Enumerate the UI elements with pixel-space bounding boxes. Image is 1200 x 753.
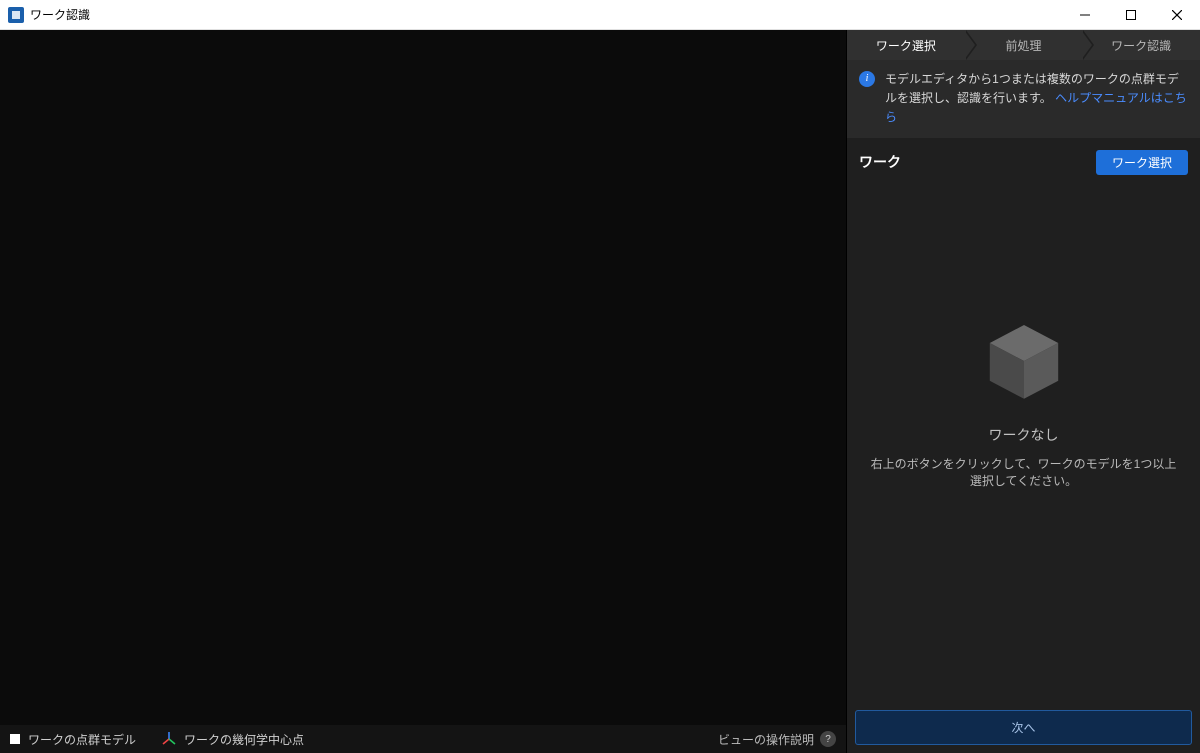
window-title: ワーク認識	[30, 6, 90, 23]
cube-icon	[979, 316, 1069, 409]
content: ワークの点群モデル ワークの幾何学中心点 ビューの操作説明 ?	[0, 30, 1200, 753]
step-preprocess[interactable]: 前処理	[965, 30, 1083, 60]
status-view-help[interactable]: ビューの操作説明 ?	[718, 731, 836, 748]
swatch-white-icon	[10, 734, 20, 744]
axis-icon	[162, 731, 176, 748]
wizard-steps: ワーク選択 前処理 ワーク認識	[847, 30, 1200, 60]
maximize-button[interactable]	[1108, 0, 1154, 30]
titlebar: ワーク認識	[0, 0, 1200, 30]
empty-desc: 右上のボタンをクリックして、ワークのモデルを1つ以上選択してください。	[867, 455, 1180, 489]
step-label: 前処理	[1006, 37, 1042, 54]
main-view: ワークの点群モデル ワークの幾何学中心点 ビューの操作説明 ?	[0, 30, 846, 753]
close-button[interactable]	[1154, 0, 1200, 30]
empty-title: ワークなし	[989, 425, 1059, 445]
minimize-button[interactable]	[1062, 0, 1108, 30]
sidebar: ワーク選択 前処理 ワーク認識 i モデルエディタから1つまたは複数のワークの点…	[846, 30, 1200, 753]
viewport-3d[interactable]	[0, 30, 846, 725]
app-icon	[8, 7, 24, 23]
statusbar: ワークの点群モデル ワークの幾何学中心点 ビューの操作説明 ?	[0, 725, 846, 753]
status-centroid-label: ワークの幾何学中心点	[184, 731, 304, 748]
step-label: ワーク選択	[876, 37, 936, 54]
next-button[interactable]: 次へ	[855, 710, 1192, 745]
status-centroid: ワークの幾何学中心点	[162, 731, 304, 748]
info-icon: i	[859, 71, 875, 87]
step-label: ワーク認識	[1111, 37, 1171, 54]
status-pointcloud: ワークの点群モデル	[10, 731, 136, 748]
step-work-select[interactable]: ワーク選択	[847, 30, 965, 60]
status-view-help-label: ビューの操作説明	[718, 731, 814, 748]
help-icon: ?	[820, 731, 836, 747]
step-work-recognition[interactable]: ワーク認識	[1082, 30, 1200, 60]
status-pointcloud-label: ワークの点群モデル	[28, 731, 136, 748]
empty-state: ワークなし 右上のボタンをクリックして、ワークのモデルを1つ以上選択してください…	[847, 103, 1200, 702]
